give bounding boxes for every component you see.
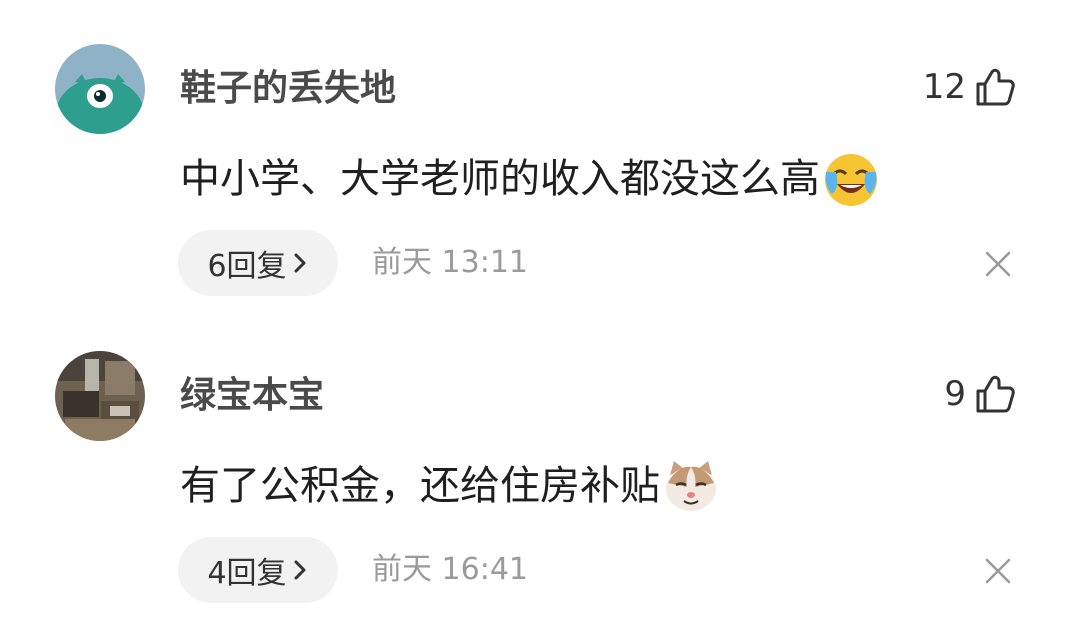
username[interactable]: 鞋子的丢失地 bbox=[180, 66, 396, 112]
timestamp: 前天 13:11 bbox=[372, 245, 528, 280]
timestamp: 前天 16:41 bbox=[372, 552, 528, 587]
comment-body: 中小学、大学老师的收入都没这么高 bbox=[180, 156, 820, 202]
close-button[interactable] bbox=[984, 250, 1012, 278]
username[interactable]: 绿宝本宝 bbox=[180, 373, 324, 419]
replies-label: 6回复 bbox=[207, 249, 287, 284]
like-button[interactable]: 12 bbox=[923, 64, 1018, 110]
close-button[interactable] bbox=[984, 557, 1012, 585]
comment-item: 绿宝本宝 9 有了公积金，还给住房补贴 4回复 前天 16:41 bbox=[0, 307, 1080, 607]
chevron-right-icon bbox=[294, 253, 306, 273]
close-icon bbox=[985, 558, 1011, 584]
comment-item: 鞋子的丢失地 12 中小学、大学老师的收入都没这么高 6回复 前天 13:11 bbox=[0, 0, 1080, 300]
like-button[interactable]: 9 bbox=[944, 371, 1018, 417]
avatar[interactable] bbox=[55, 351, 145, 441]
like-count: 9 bbox=[944, 374, 966, 414]
replies-button[interactable]: 6回复 bbox=[178, 230, 338, 296]
avatar[interactable] bbox=[55, 44, 145, 134]
replies-button[interactable]: 4回复 bbox=[178, 537, 338, 603]
replies-label: 4回复 bbox=[207, 556, 287, 591]
thumbs-up-icon bbox=[976, 68, 1015, 106]
thumbs-up-icon bbox=[976, 375, 1015, 413]
close-icon bbox=[985, 251, 1011, 277]
comment-text: 中小学、大学老师的收入都没这么高 bbox=[180, 150, 880, 208]
comment-body: 有了公积金，还给住房补贴 bbox=[180, 463, 660, 509]
like-count: 12 bbox=[922, 67, 966, 107]
chevron-right-icon bbox=[294, 560, 306, 580]
comment-text: 有了公积金，还给住房补贴 bbox=[180, 457, 720, 515]
crying-laughing-emoji-icon bbox=[825, 154, 877, 206]
cat-face-emoji-icon bbox=[666, 461, 716, 511]
